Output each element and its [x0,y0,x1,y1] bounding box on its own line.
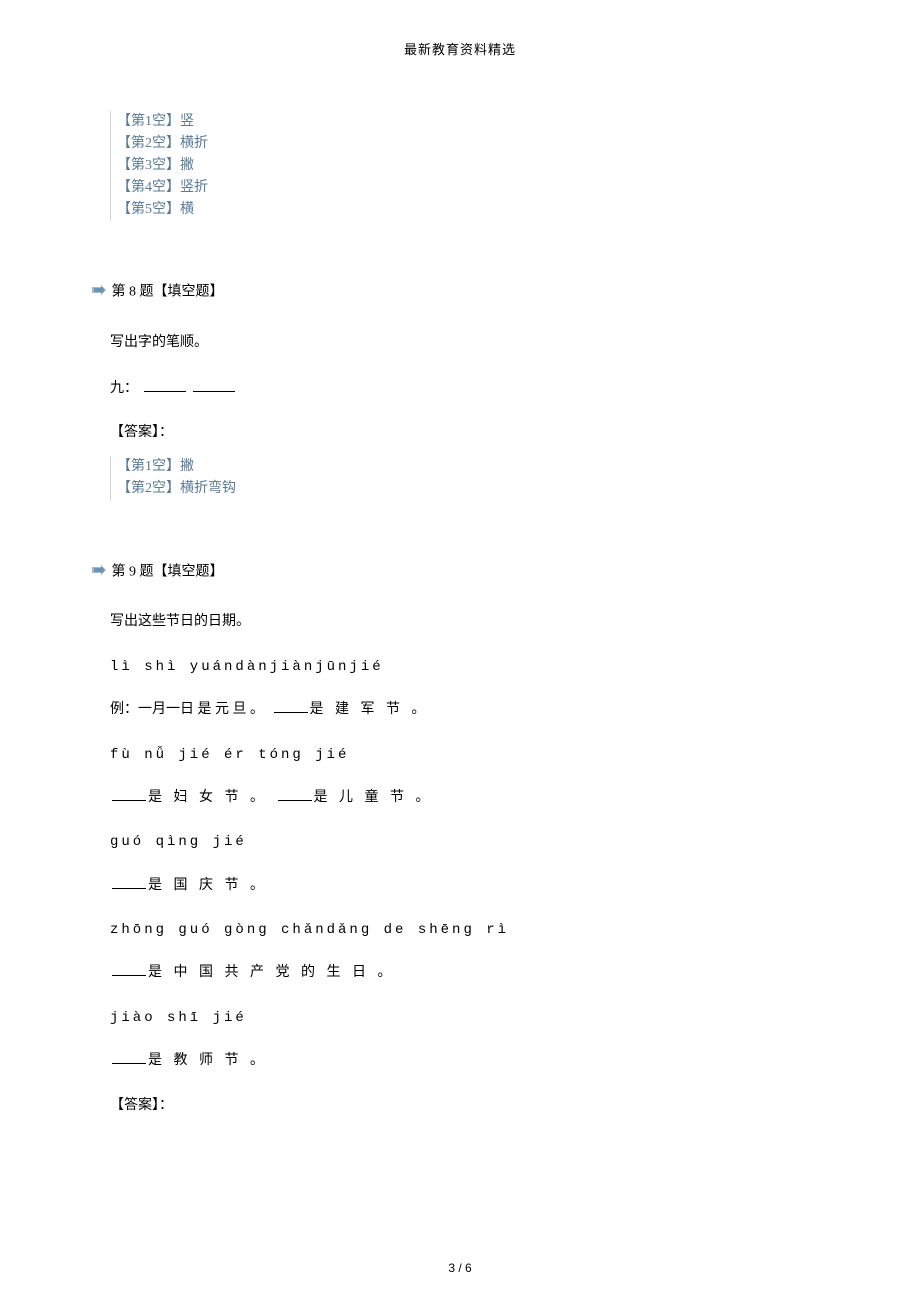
q9-pinyin-5: jiào shī jié [110,1007,810,1029]
q8-heading-num: 8 [129,285,136,300]
q9-text-2b: 是 儿 童 节 。 [314,790,434,805]
q9-text-4: 是 中 国 共 产 党 的 生 日 。 [148,965,396,980]
q8-heading-prefix: 第 [112,285,130,300]
blank-input[interactable] [193,377,235,392]
q8-prompt: 写出字的笔顺。 [110,332,810,354]
blank-input[interactable] [144,377,186,392]
blank-input[interactable] [274,698,308,713]
q8-heading: 第 8 题【填空题】 [92,281,810,304]
q9-pinyin-4: zhōnɡ ɡuó ɡònɡ chǎndǎnɡ de shēnɡ rì [110,919,810,941]
q8-answer-2: 【第2空】横折弯钩 [117,478,810,500]
q9-heading: 第 9 题【填空题】 [92,561,810,584]
arrow-icon [92,561,106,583]
q9-text-5: 是 教 师 节 。 [148,1053,268,1068]
blank-input[interactable] [112,1049,146,1064]
blank-input[interactable] [112,961,146,976]
q9-line-2: 是 妇 女 节 。 是 儿 童 节 。 [110,786,810,809]
arrow-icon [92,281,106,303]
q9-line-4: 是 中 国 共 产 党 的 生 日 。 [110,961,810,984]
q9-line-5: 是 教 师 节 。 [110,1049,810,1072]
q8-char-label: 九： [110,381,138,396]
q9-text-2a: 是 妇 女 节 。 [148,790,268,805]
q7-answer-2: 【第2空】横折 [117,133,810,155]
q9-pinyin-2: fù nǚ jié ér tónɡ jié [110,744,810,766]
q9-pinyin-3: ɡuó qìnɡ jié [110,831,810,853]
q9-answer-label: 【答案】： [110,1095,810,1117]
q9-text-3: 是 国 庆 节 。 [148,878,268,893]
q9-text-1b: 是 建 军 节 。 [310,702,430,717]
q9-heading-suffix: 题【填空题】 [136,564,224,579]
q9-line-3: 是 国 庆 节 。 [110,874,810,897]
q9-prompt: 写出这些节日的日期。 [110,611,810,633]
q9-pinyin-1: lì shì yuándànjiànjūnjié [110,656,810,678]
q8-heading-suffix: 题【填空题】 [136,285,224,300]
q7-answer-1: 【第1空】竖 [117,111,810,133]
q9-heading-prefix: 第 [112,564,130,579]
blank-input[interactable] [278,786,312,801]
page-footer: 3 / 6 [0,1261,920,1275]
document-page: 最新教育资料精选 【第1空】竖 【第2空】横折 【第3空】撇 【第4空】竖折 【… [0,0,920,1117]
q7-answer-4: 【第4空】竖折 [117,177,810,199]
q9-heading-num: 9 [129,564,136,579]
q8-answer-block: 【第1空】撇 【第2空】横折弯钩 [110,456,810,500]
q7-answer-5: 【第5空】横 [117,199,810,221]
q8-answer-label: 【答案】： [110,422,810,444]
page-header: 最新教育资料精选 [110,40,810,61]
q8-answer-1: 【第1空】撇 [117,456,810,478]
q9-line-1: 例：一月一日 是 元 旦 。 是 建 军 节 。 [110,698,810,721]
q7-answer-3: 【第3空】撇 [117,155,810,177]
q9-example-text: 例：一月一日 是 元 旦 。 [110,702,264,717]
q8-item: 九： [110,377,810,400]
blank-input[interactable] [112,786,146,801]
blank-input[interactable] [112,874,146,889]
q7-answer-block: 【第1空】竖 【第2空】横折 【第3空】撇 【第4空】竖折 【第5空】横 [110,111,810,222]
